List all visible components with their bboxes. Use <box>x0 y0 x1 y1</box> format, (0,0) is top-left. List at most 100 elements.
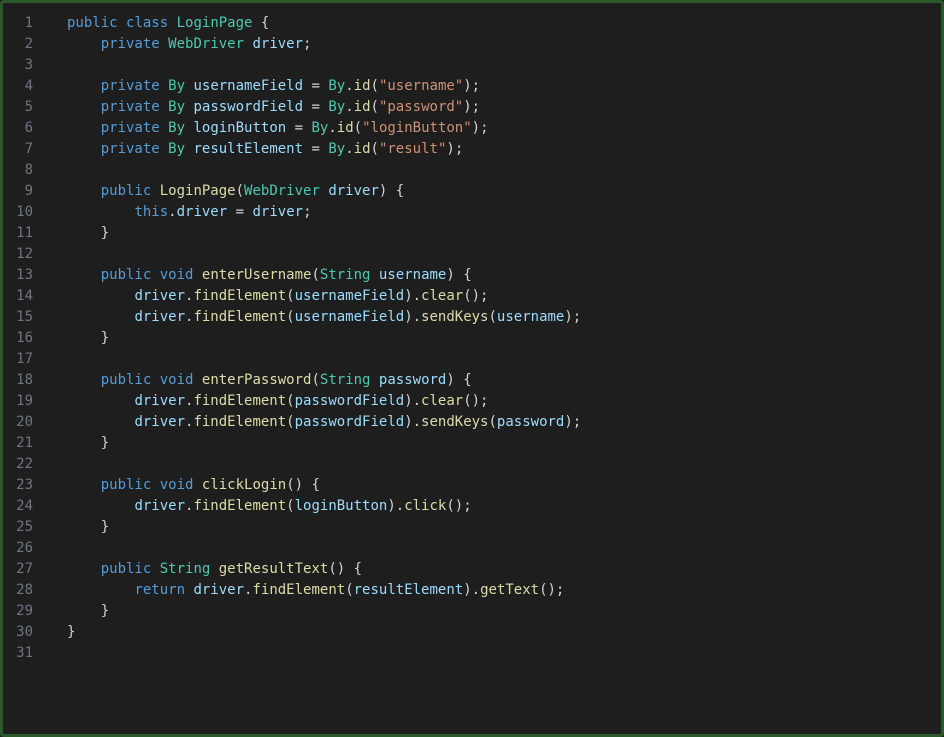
token-kw: public <box>67 15 118 31</box>
line-number: 2 <box>3 34 33 55</box>
token-pun: ) <box>379 183 396 199</box>
line-number: 26 <box>3 538 33 559</box>
line-number: 18 <box>3 370 33 391</box>
token-pun: ). <box>404 288 421 304</box>
code-line[interactable]: public void clickLogin() { <box>67 475 941 496</box>
token-type: By <box>168 78 185 94</box>
token-pun <box>67 141 101 157</box>
token-var: driver <box>252 204 303 220</box>
code-line[interactable] <box>67 160 941 181</box>
code-line[interactable]: driver.findElement(usernameField).sendKe… <box>67 307 941 328</box>
code-line[interactable]: } <box>67 433 941 454</box>
token-pun: ); <box>463 99 480 115</box>
code-content[interactable]: public class LoginPage { private WebDriv… <box>51 9 941 728</box>
code-line[interactable] <box>67 55 941 76</box>
code-line[interactable]: public LoginPage(WebDriver driver) { <box>67 181 941 202</box>
token-pun: ). <box>404 309 421 325</box>
code-line[interactable]: } <box>67 517 941 538</box>
token-op: = <box>311 141 319 157</box>
code-line[interactable]: return driver.findElement(resultElement)… <box>67 580 941 601</box>
token-var: driver <box>252 36 303 52</box>
token-pun <box>67 498 134 514</box>
token-brace: } <box>101 603 109 619</box>
token-brace: } <box>67 624 75 640</box>
token-str: "result" <box>379 141 446 157</box>
token-pun <box>67 330 101 346</box>
token-pun <box>160 78 168 94</box>
token-kw: public <box>101 183 152 199</box>
token-var: driver <box>134 288 185 304</box>
code-line[interactable]: private By loginButton = By.id("loginBut… <box>67 118 941 139</box>
token-pun <box>67 267 101 283</box>
token-pun <box>193 372 201 388</box>
token-pun <box>303 120 311 136</box>
token-fn: enterPassword <box>202 372 312 388</box>
line-number: 17 <box>3 349 33 370</box>
code-line[interactable]: private WebDriver driver; <box>67 34 941 55</box>
code-line[interactable]: } <box>67 223 941 244</box>
token-kw: void <box>160 477 194 493</box>
token-pun: . <box>168 204 176 220</box>
token-fn: LoginPage <box>160 183 236 199</box>
token-pun <box>210 561 218 577</box>
token-pun <box>160 99 168 115</box>
token-op: = <box>311 99 319 115</box>
code-line[interactable] <box>67 349 941 370</box>
token-pun: ) <box>446 267 463 283</box>
token-pun: (); <box>446 498 471 514</box>
code-line[interactable]: public String getResultText() { <box>67 559 941 580</box>
token-type: WebDriver <box>244 183 320 199</box>
token-type: By <box>168 141 185 157</box>
token-var: resultElement <box>354 582 464 598</box>
code-line[interactable] <box>67 538 941 559</box>
code-line[interactable]: driver.findElement(passwordField).sendKe… <box>67 412 941 433</box>
line-number: 27 <box>3 559 33 580</box>
token-pun <box>370 267 378 283</box>
token-pun: ( <box>371 78 379 94</box>
token-pun <box>67 120 101 136</box>
token-kw: public <box>101 561 152 577</box>
token-var: usernameField <box>295 288 405 304</box>
token-pun <box>151 183 159 199</box>
token-fn: clear <box>421 288 463 304</box>
code-line[interactable]: private By passwordField = By.id("passwo… <box>67 97 941 118</box>
code-line[interactable]: private By usernameField = By.id("userna… <box>67 76 941 97</box>
code-line[interactable]: public void enterUsername(String usernam… <box>67 265 941 286</box>
token-fn: clear <box>421 393 463 409</box>
token-pun: ); <box>446 141 463 157</box>
token-pun <box>67 99 101 115</box>
code-line[interactable]: driver.findElement(passwordField).clear(… <box>67 391 941 412</box>
code-area[interactable]: 1234567891011121314151617181920212223242… <box>3 9 941 728</box>
token-pun: ); <box>564 309 581 325</box>
code-line[interactable]: private By resultElement = By.id("result… <box>67 139 941 160</box>
token-pun: ( <box>311 372 319 388</box>
token-fn: findElement <box>193 498 286 514</box>
token-pun: ( <box>488 414 496 430</box>
token-pun <box>286 120 294 136</box>
token-pun <box>118 15 126 31</box>
code-line[interactable]: public void enterPassword(String passwor… <box>67 370 941 391</box>
line-number: 12 <box>3 244 33 265</box>
token-kw: private <box>101 78 160 94</box>
token-pun: ); <box>564 414 581 430</box>
code-line[interactable]: } <box>67 328 941 349</box>
token-pun: ( <box>236 183 244 199</box>
code-line[interactable]: this.driver = driver; <box>67 202 941 223</box>
token-kw: private <box>101 141 160 157</box>
token-var: driver <box>134 309 185 325</box>
code-line[interactable]: } <box>67 622 941 643</box>
code-line[interactable] <box>67 643 941 664</box>
code-line[interactable] <box>67 244 941 265</box>
token-pun: ( <box>286 393 294 409</box>
code-line[interactable]: } <box>67 601 941 622</box>
token-fn: id <box>354 141 371 157</box>
code-line[interactable] <box>67 454 941 475</box>
code-line[interactable]: driver.findElement(loginButton).click(); <box>67 496 941 517</box>
token-pun <box>67 435 101 451</box>
token-op: = <box>311 78 319 94</box>
code-line[interactable]: public class LoginPage { <box>67 13 941 34</box>
code-line[interactable]: driver.findElement(usernameField).clear(… <box>67 286 941 307</box>
line-number: 28 <box>3 580 33 601</box>
token-pun <box>193 477 201 493</box>
token-var: username <box>497 309 564 325</box>
